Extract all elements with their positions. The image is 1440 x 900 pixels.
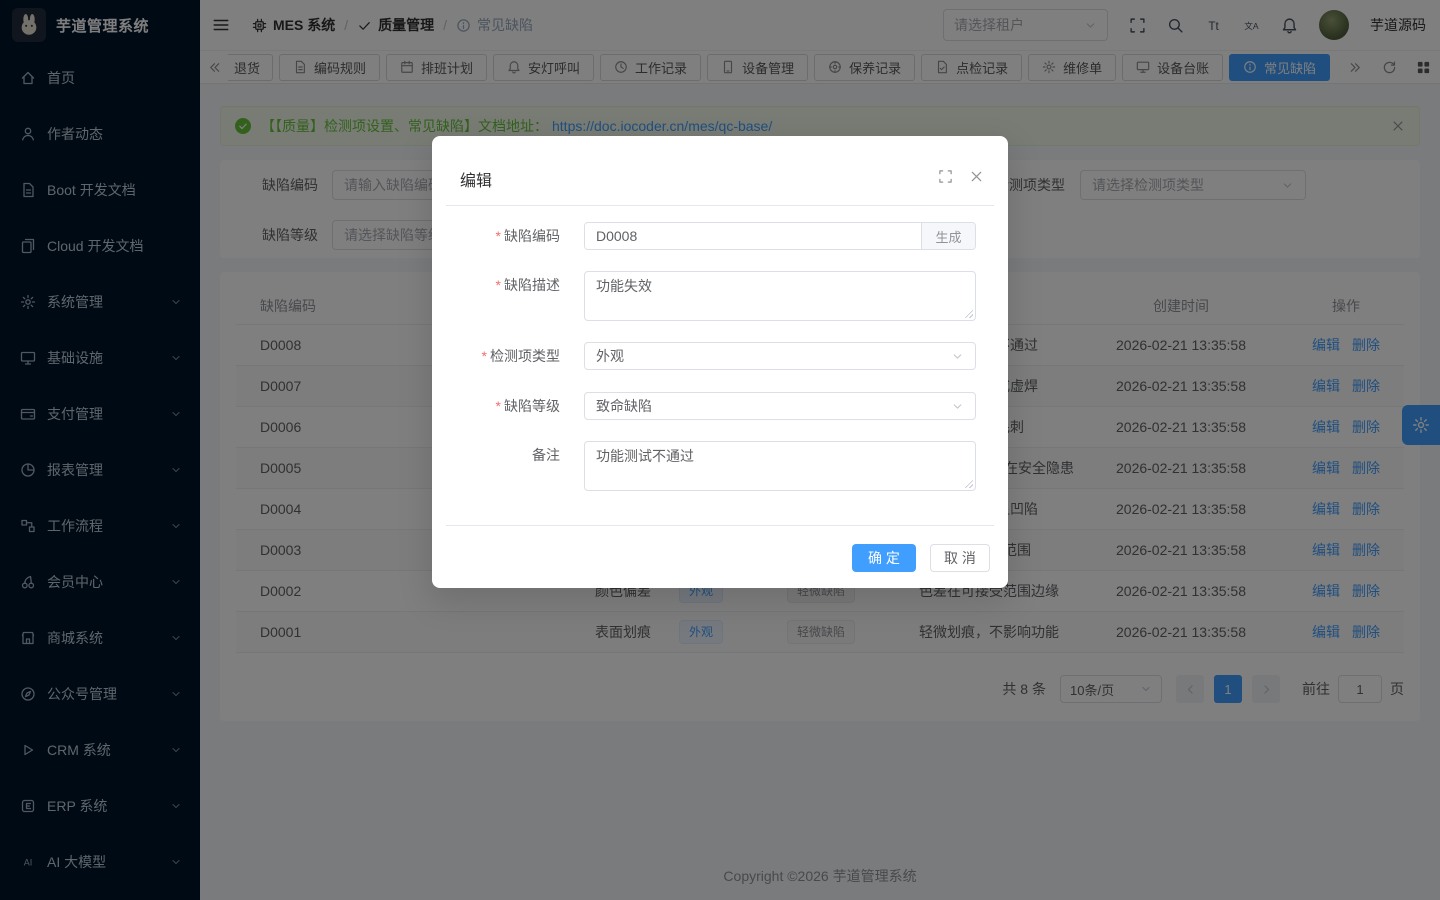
defect-level-select[interactable]: 致命缺陷: [584, 392, 976, 420]
generate-button[interactable]: 生成: [921, 223, 975, 249]
modal-controls: [938, 169, 984, 184]
close-icon[interactable]: [969, 169, 984, 184]
defect-desc-label: 缺陷描述: [504, 277, 560, 293]
required-asterisk: *: [496, 398, 501, 414]
required-asterisk: *: [482, 348, 487, 364]
edit-defect-modal: 编辑 *缺陷编码 生成 *缺陷描述 功能失效 *检测项类型 外观 *缺陷等级 致…: [432, 136, 1008, 588]
defect-code-input[interactable]: [585, 223, 921, 249]
inspection-type-select[interactable]: 外观: [584, 342, 976, 370]
defect-desc-textarea[interactable]: 功能失效: [584, 271, 976, 321]
defect-level-label: 缺陷等级: [504, 398, 560, 414]
remark-textarea[interactable]: 功能测试不通过: [584, 441, 976, 491]
modal-footer-divider: [446, 525, 994, 526]
remark-label: 备注: [532, 447, 560, 463]
inspection-type-label: 检测项类型: [490, 348, 560, 364]
modal-title: 编辑: [460, 167, 492, 191]
confirm-button[interactable]: 确 定: [852, 544, 916, 572]
fullscreen-icon[interactable]: [938, 169, 953, 184]
required-asterisk: *: [496, 277, 501, 293]
chevron-down-icon: [951, 400, 964, 413]
chevron-down-icon: [951, 350, 964, 363]
defect-code-label: 缺陷编码: [504, 228, 560, 244]
required-asterisk: *: [496, 228, 501, 244]
defect-code-input-group: 生成: [584, 222, 976, 250]
cancel-button[interactable]: 取 消: [930, 544, 990, 572]
modal-header-divider: [446, 205, 994, 206]
